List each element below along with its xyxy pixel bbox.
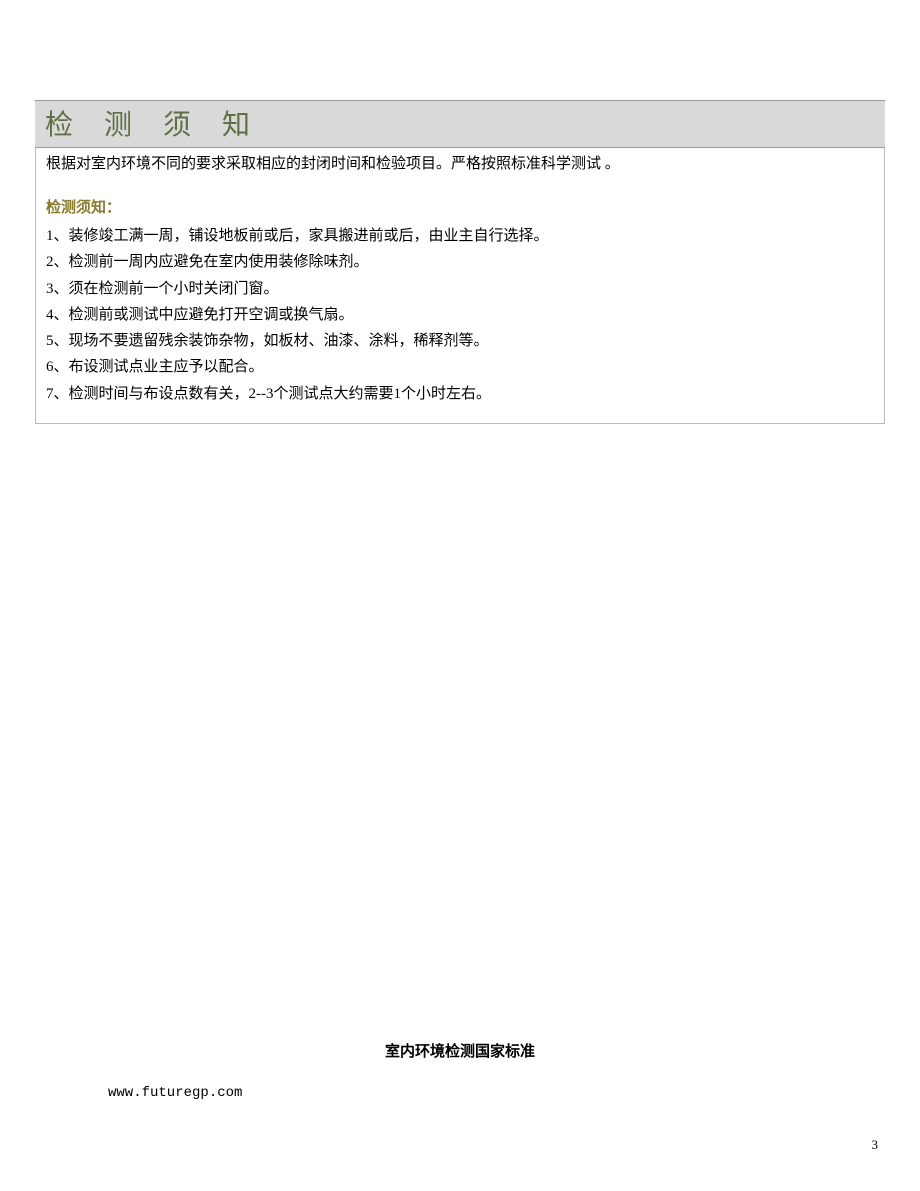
- content-box: 根据对室内环境不同的要求采取相应的封闭时间和检验项目。严格按照标准科学测试 。 …: [35, 148, 885, 424]
- list-item: 4、检测前或测试中应避免打开空调或换气扇。: [46, 302, 874, 328]
- page-container: 检 测 须 知 根据对室内环境不同的要求采取相应的封闭时间和检验项目。严格按照标…: [0, 0, 920, 424]
- list-item: 7、检测时间与布设点数有关，2--3个测试点大约需要1个小时左右。: [46, 381, 874, 407]
- title-bar: 检 测 须 知: [35, 100, 885, 148]
- footer-url: www.futuregp.com: [108, 1085, 242, 1101]
- footer-title: 室内环境检测国家标准: [0, 1040, 920, 1061]
- list-item: 3、须在检测前一个小时关闭门窗。: [46, 276, 874, 302]
- intro-text: 根据对室内环境不同的要求采取相应的封闭时间和检验项目。严格按照标准科学测试 。: [46, 152, 874, 176]
- subtitle: 检测须知：: [46, 196, 874, 217]
- list-item: 5、现场不要遗留残余装饰杂物，如板材、油漆、涂料，稀释剂等。: [46, 328, 874, 354]
- list-item: 6、布设测试点业主应予以配合。: [46, 354, 874, 380]
- notice-list: 1、装修竣工满一周，铺设地板前或后，家具搬进前或后，由业主自行选择。 2、检测前…: [46, 223, 874, 407]
- list-item: 1、装修竣工满一周，铺设地板前或后，家具搬进前或后，由业主自行选择。: [46, 223, 874, 249]
- list-item: 2、检测前一周内应避免在室内使用装修除味剂。: [46, 249, 874, 275]
- page-number: 3: [872, 1137, 879, 1153]
- page-title: 检 测 须 知: [45, 110, 262, 141]
